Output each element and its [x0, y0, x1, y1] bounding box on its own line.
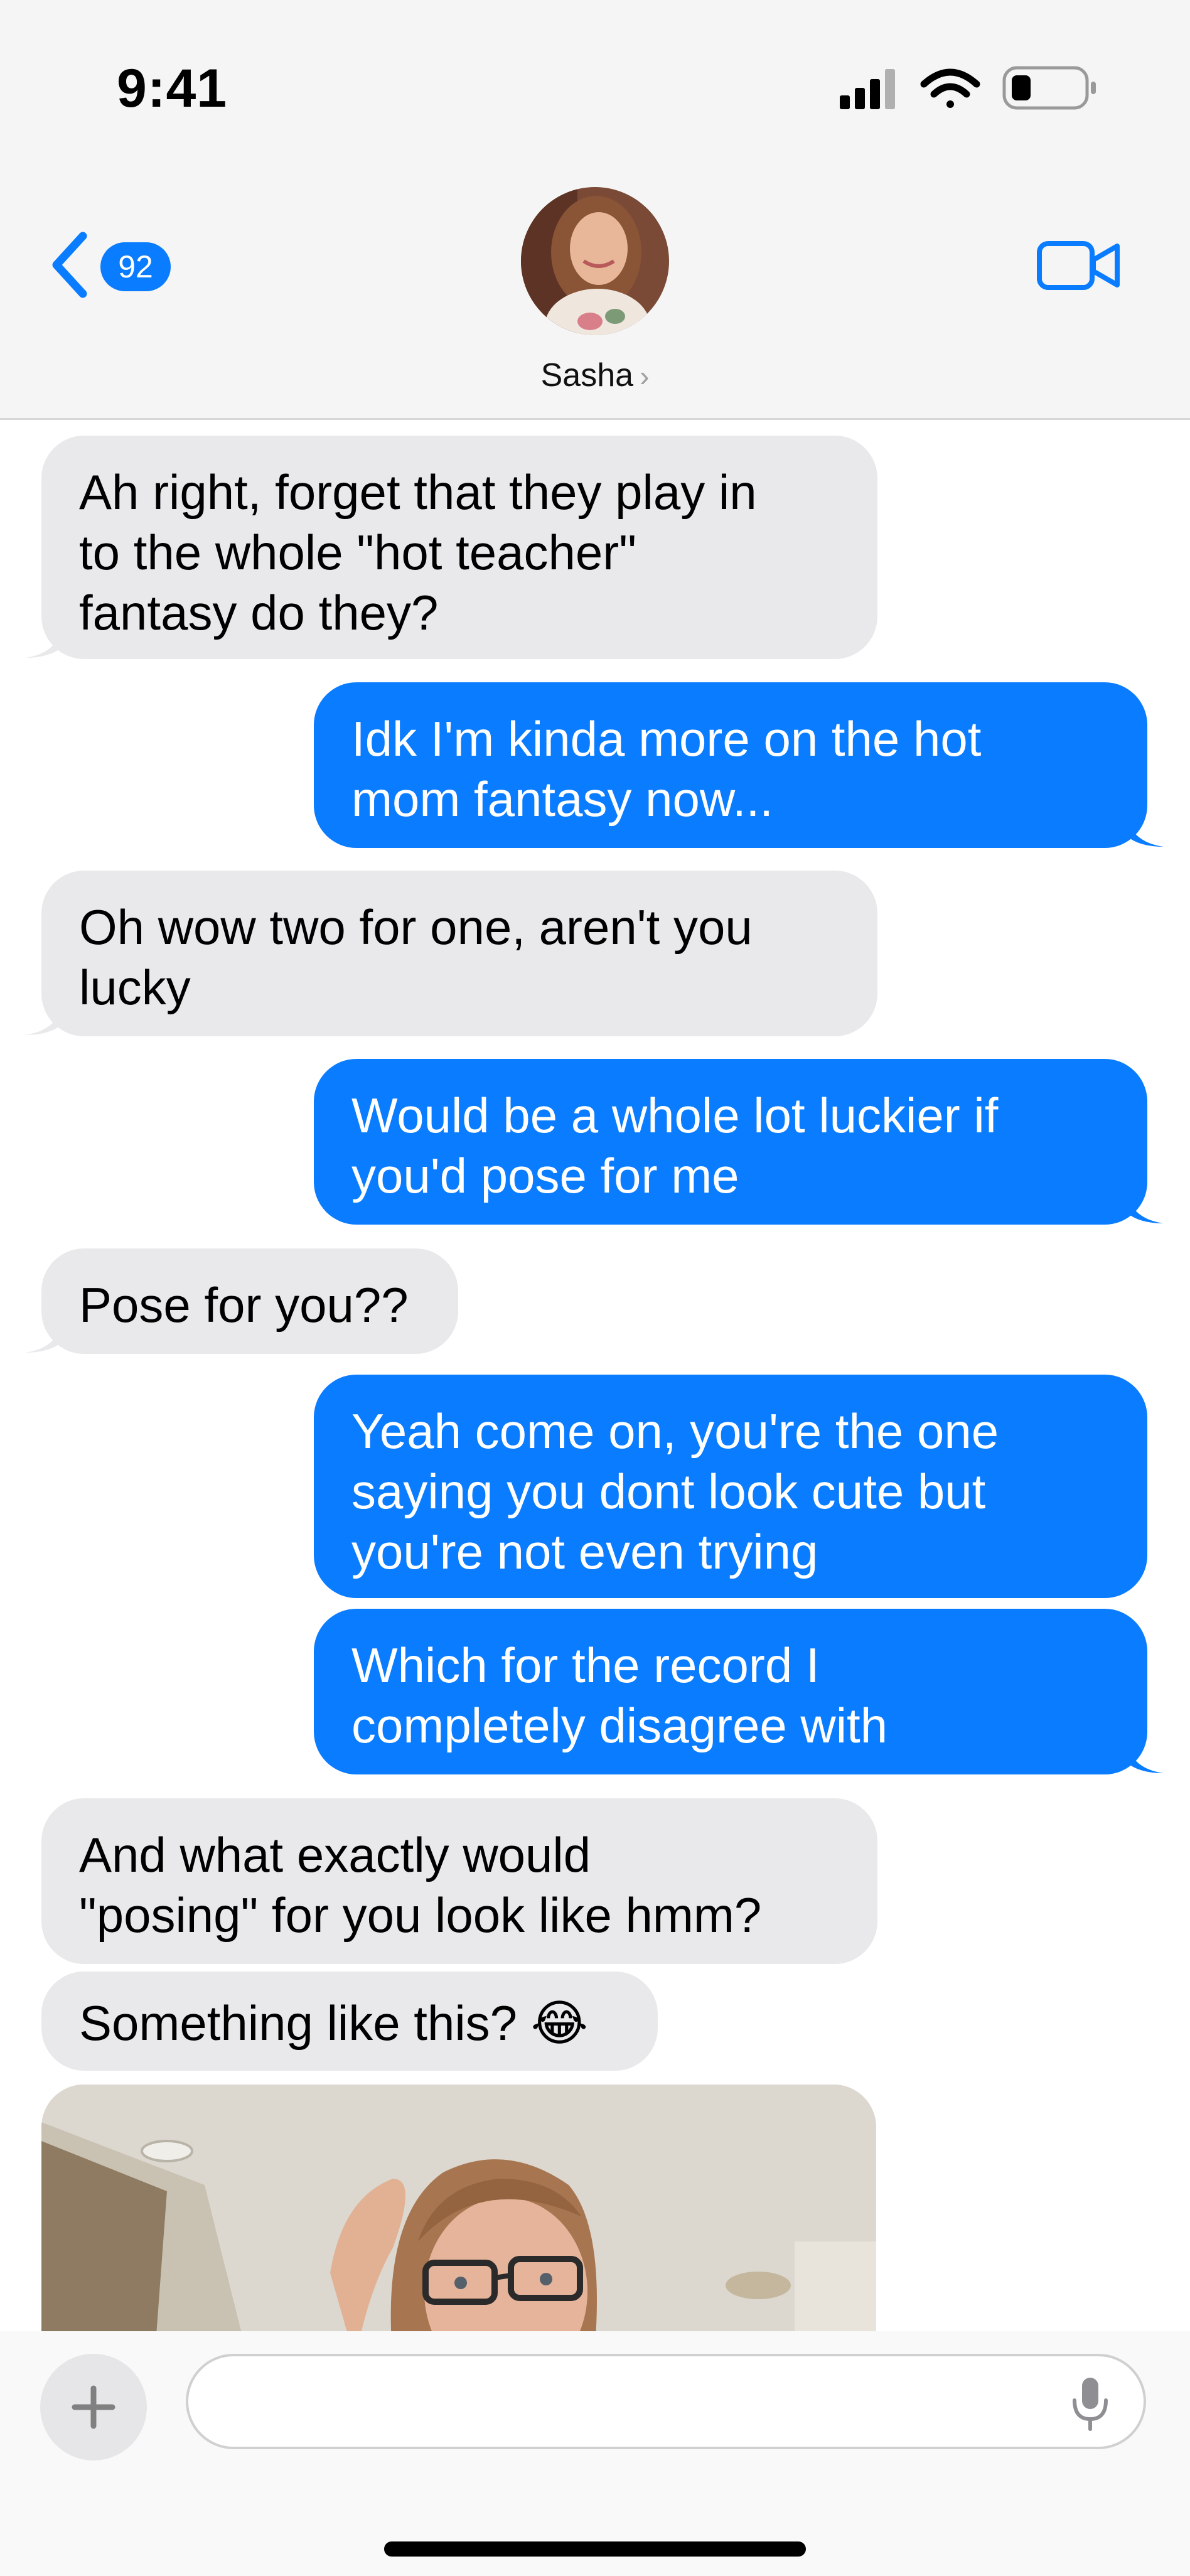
composer-bar: [0, 2331, 1190, 2576]
message-line: you're not even trying: [351, 1524, 818, 1579]
contact-name-label: Sasha: [540, 357, 634, 394]
back-button[interactable]: 92: [48, 227, 180, 303]
chevron-right-icon: ›: [640, 360, 650, 392]
message-line: Which for the record I: [351, 1638, 820, 1693]
video-camera-icon[interactable]: [1036, 233, 1123, 296]
outgoing-message[interactable]: Would be a whole lot luckier if you'd po…: [314, 1059, 1147, 1225]
photo-attachment[interactable]: [41, 2085, 876, 2331]
message-line: Pose for you??: [79, 1277, 409, 1333]
header-bar: 9:41 92 Sasha ›: [0, 0, 1190, 420]
message-input[interactable]: [186, 2354, 1146, 2449]
outgoing-message[interactable]: Idk I'm kinda more on the hot mom fantas…: [314, 682, 1147, 848]
battery-icon: [1002, 66, 1096, 110]
cellular-signal-icon: [840, 69, 895, 109]
message-line: you'd pose for me: [351, 1148, 739, 1203]
message-line: Idk I'm kinda more on the hot: [351, 711, 982, 766]
incoming-message[interactable]: And what exactly would "posing" for you …: [41, 1798, 877, 1964]
wifi-icon: [920, 68, 980, 108]
incoming-message[interactable]: Oh wow two for one, aren't you lucky: [41, 871, 877, 1036]
outgoing-message[interactable]: Yeah come on, you're the one saying you …: [314, 1375, 1147, 1598]
bubble-tail: [25, 999, 63, 1035]
status-icons: [840, 66, 1096, 110]
bubble-tail: [25, 1316, 63, 1353]
message-line: completely disagree with: [351, 1698, 888, 1753]
message-line: lucky: [79, 960, 191, 1015]
incoming-message[interactable]: Pose for you??: [41, 1248, 458, 1354]
message-line: saying you dont look cute but: [351, 1464, 986, 1519]
incoming-message[interactable]: Ah right, forget that they play in to th…: [41, 436, 877, 659]
bubble-tail: [1126, 1737, 1164, 1773]
outgoing-message[interactable]: Which for the record I completely disagr…: [314, 1609, 1147, 1774]
bubble-tail: [25, 621, 63, 658]
message-thread[interactable]: Ah right, forget that they play in to th…: [0, 420, 1190, 2331]
message-line: Ah right, forget that they play in: [79, 464, 757, 520]
bubble-tail: [1126, 1187, 1164, 1223]
message-line: Would be a whole lot luckier if: [351, 1088, 999, 1143]
plus-icon: [72, 2385, 115, 2429]
message-line: Oh wow two for one, aren't you: [79, 899, 753, 955]
message-line: Yeah come on, you're the one: [351, 1403, 999, 1459]
contact-avatar[interactable]: [521, 187, 669, 335]
message-line: to the whole "hot teacher": [79, 525, 636, 580]
message-line: fantasy do they?: [79, 585, 439, 640]
back-chevron-icon: [52, 232, 87, 298]
message-line: And what exactly would: [79, 1827, 591, 1882]
contact-name[interactable]: Sasha ›: [0, 357, 1190, 394]
home-indicator: [384, 2541, 806, 2557]
message-line: Something like this? 😂: [79, 1995, 588, 2051]
incoming-message[interactable]: Something like this? 😂: [41, 1972, 658, 2071]
microphone-icon[interactable]: [1068, 2375, 1112, 2432]
bubble-tail: [1126, 810, 1164, 847]
unread-count-badge: 92: [100, 242, 171, 291]
plus-button[interactable]: [40, 2354, 147, 2461]
message-line: "posing" for you look like hmm?: [79, 1887, 762, 1943]
status-time: 9:41: [117, 58, 228, 119]
message-line: mom fantasy now...: [351, 771, 773, 827]
